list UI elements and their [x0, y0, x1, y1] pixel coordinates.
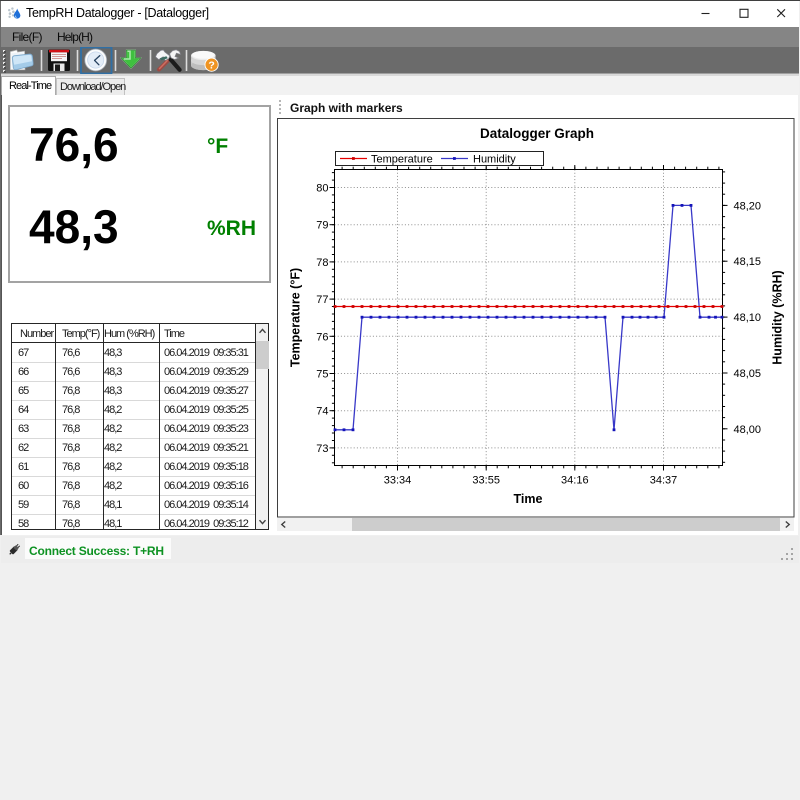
svg-text:79: 79	[316, 220, 328, 232]
svg-text:33:55: 33:55	[472, 475, 500, 487]
svg-text:Humidity (%RH): Humidity (%RH)	[771, 270, 785, 364]
svg-text:34:37: 34:37	[650, 475, 678, 487]
svg-text:Temperature (°F): Temperature (°F)	[289, 268, 303, 367]
svg-text:76: 76	[316, 331, 328, 343]
svg-text:48,00: 48,00	[734, 424, 762, 436]
svg-text:33:34: 33:34	[384, 475, 412, 487]
svg-text:80: 80	[316, 183, 328, 195]
svg-text:74: 74	[316, 406, 328, 418]
svg-text:Temperature: Temperature	[371, 154, 433, 166]
svg-text:?: ?	[208, 59, 214, 71]
svg-text:77: 77	[316, 294, 328, 306]
svg-text:Datalogger Graph: Datalogger Graph	[480, 126, 594, 141]
svg-text:Time: Time	[514, 492, 543, 506]
svg-text:78: 78	[316, 257, 328, 269]
svg-text:Humidity: Humidity	[473, 154, 516, 166]
svg-text:34:16: 34:16	[561, 475, 589, 487]
svg-text:48,20: 48,20	[734, 200, 762, 212]
svg-text:48,15: 48,15	[734, 256, 762, 268]
svg-text:75: 75	[316, 369, 328, 381]
svg-text:73: 73	[316, 443, 328, 455]
svg-text:48,05: 48,05	[734, 368, 762, 380]
svg-text:48,10: 48,10	[734, 312, 762, 324]
